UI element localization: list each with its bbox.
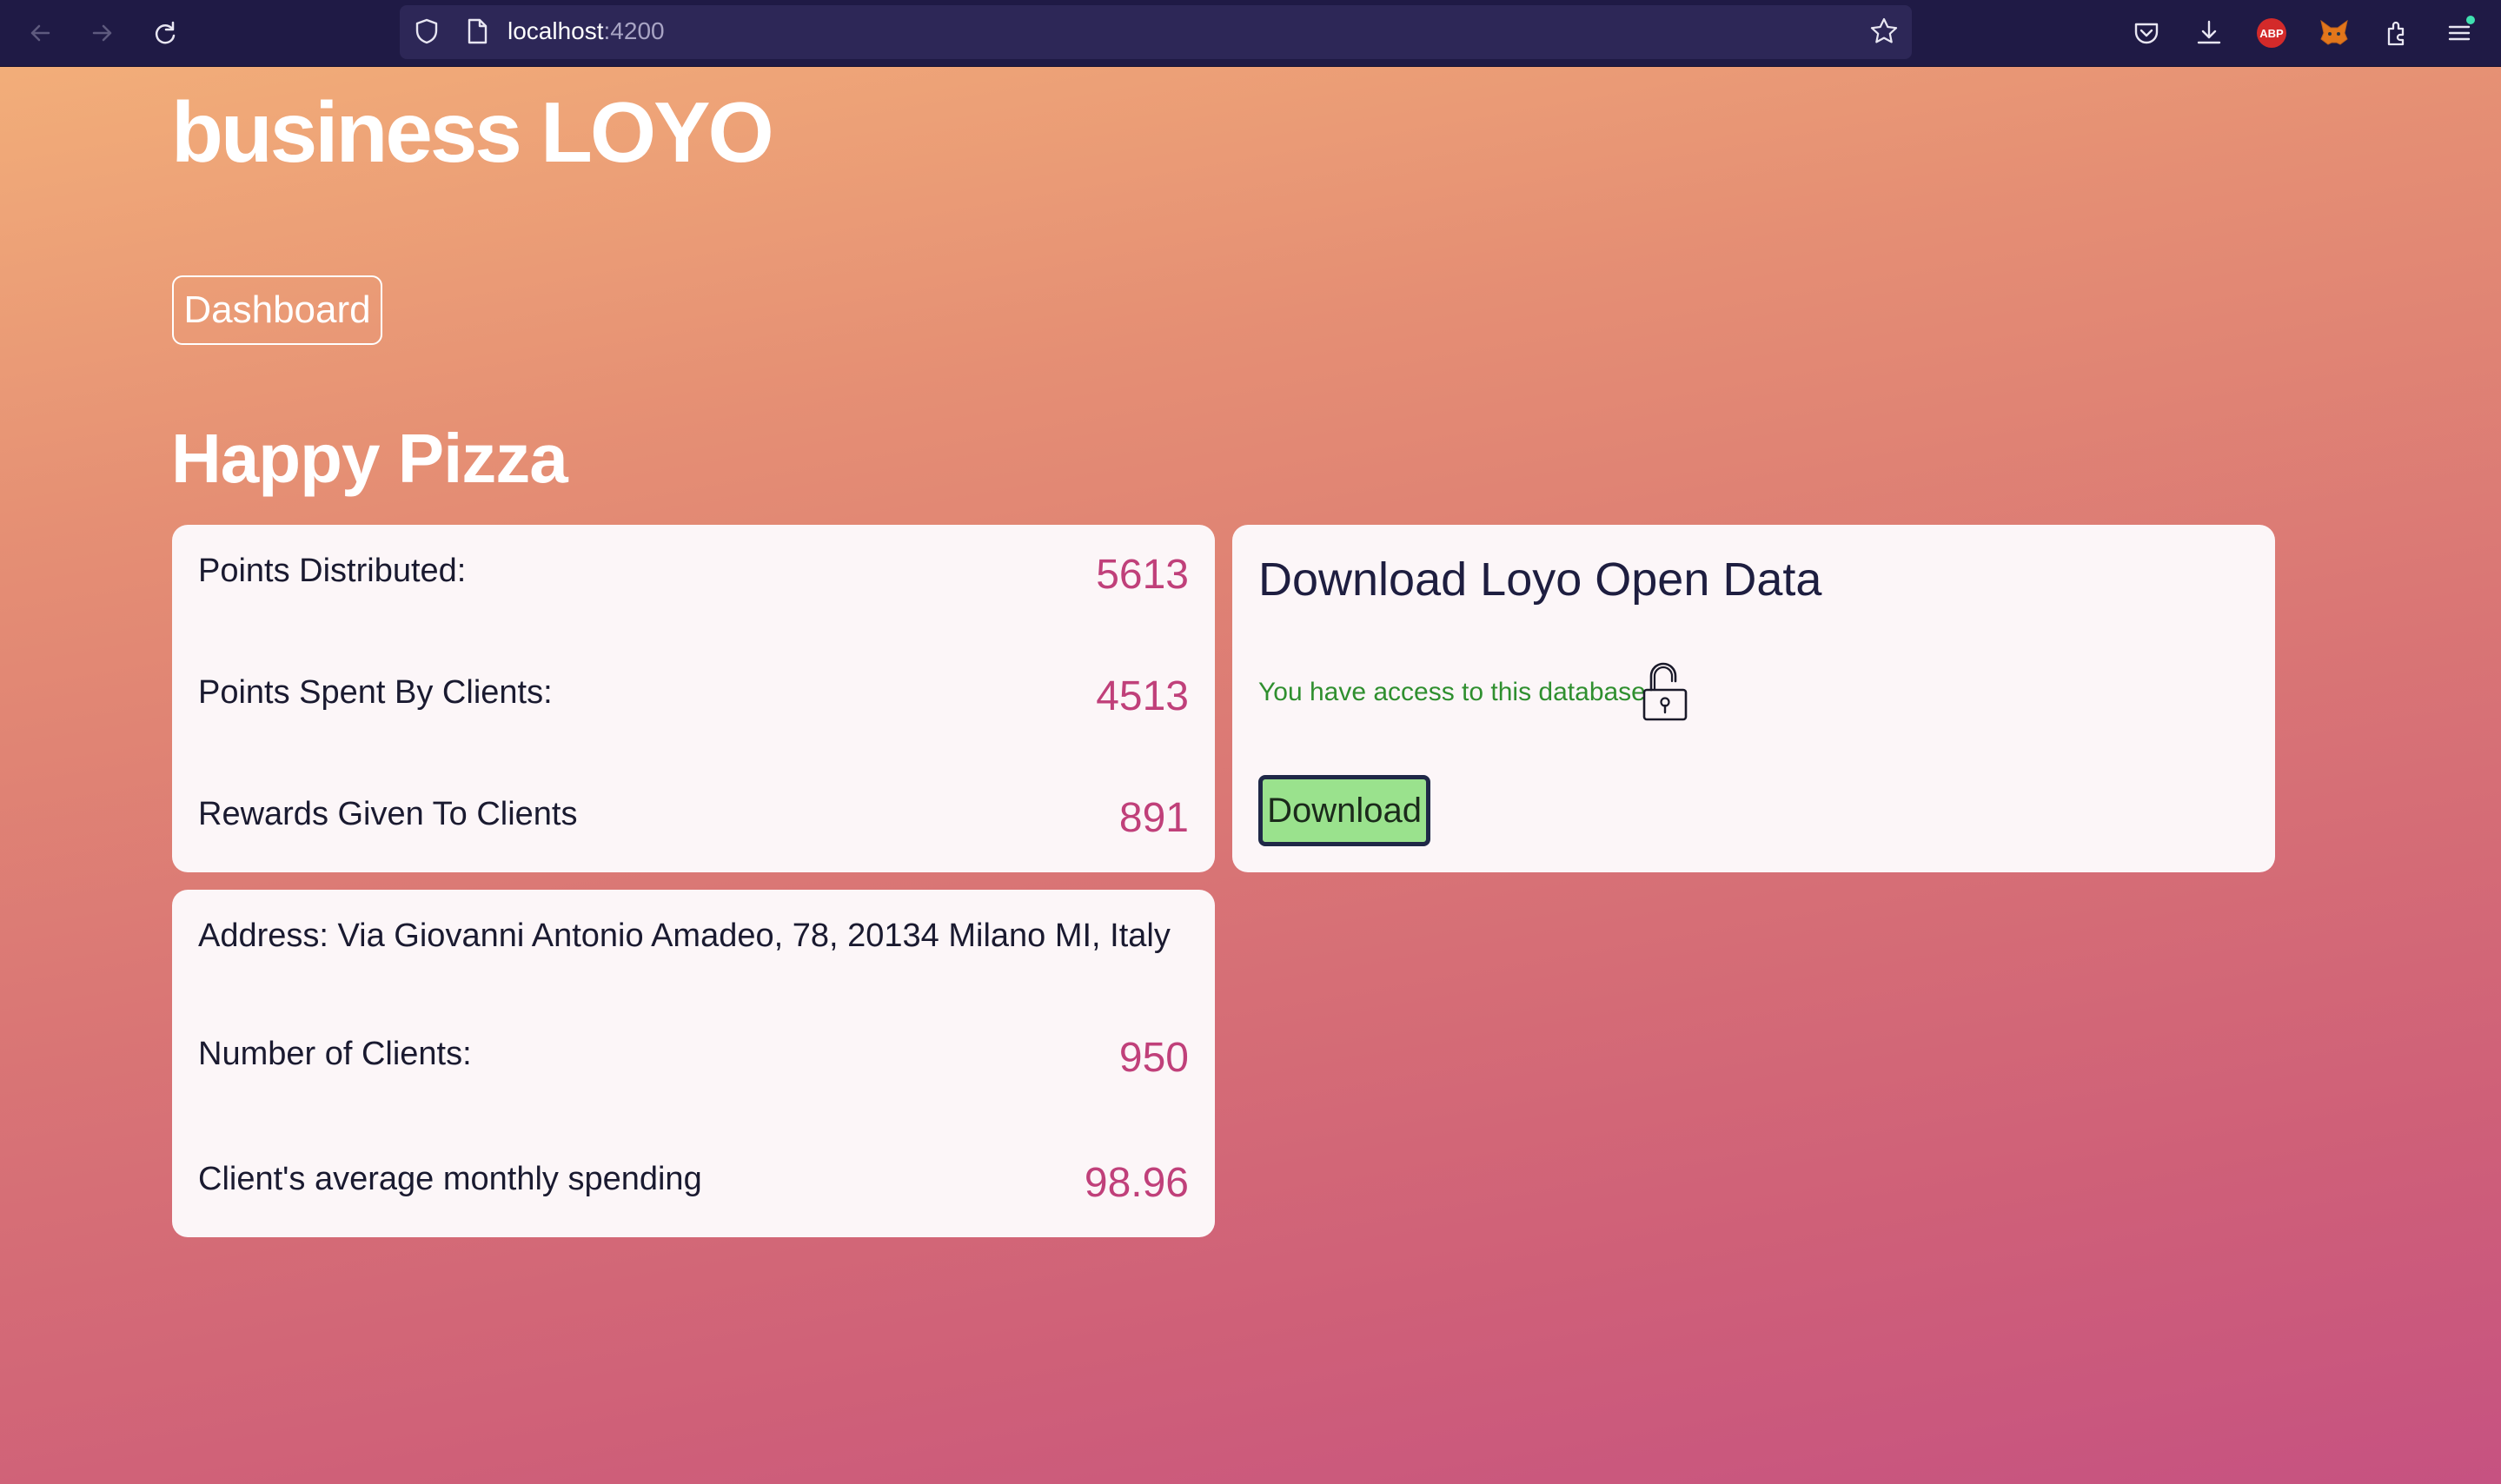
points-distributed-label: Points Distributed: — [198, 553, 467, 589]
points-spent-value: 4513 — [1096, 673, 1189, 719]
avg-spending-value: 98.96 — [1084, 1160, 1189, 1206]
number-of-clients-value: 950 — [1118, 1035, 1189, 1081]
rewards-given-label: Rewards Given To Clients — [198, 796, 578, 832]
rewards-given-value: 891 — [1118, 795, 1189, 841]
shield-icon[interactable] — [412, 17, 441, 50]
points-distributed-value: 5613 — [1096, 552, 1189, 598]
adblock-icon[interactable]: ABP — [2251, 12, 2292, 54]
dashboard-button[interactable]: Dashboard — [172, 275, 382, 345]
menu-icon[interactable] — [2438, 12, 2480, 54]
points-card: Points Distributed: 5613 Points Spent By… — [172, 525, 1215, 872]
avg-spending-label: Client's average monthly spending — [198, 1161, 702, 1197]
fox-icon[interactable] — [2313, 12, 2355, 54]
download-card: Download Loyo Open Data You have access … — [1232, 525, 2275, 872]
download-button[interactable]: Download — [1258, 775, 1430, 846]
update-dot — [2466, 16, 2475, 24]
url-host: localhost — [507, 17, 604, 44]
adblock-badge: ABP — [2257, 18, 2286, 48]
reload-icon[interactable] — [143, 10, 188, 56]
unlock-icon — [1641, 660, 1689, 723]
download-card-title: Download Loyo Open Data — [1258, 553, 1822, 606]
browser-toolbar: localhost:4200 ABP — [0, 0, 2501, 67]
url-port: :4200 — [603, 17, 665, 44]
forward-icon[interactable] — [80, 10, 125, 56]
page-icon — [464, 17, 490, 50]
pocket-icon[interactable] — [2126, 12, 2167, 54]
info-card: Address: Via Giovanni Antonio Amadeo, 78… — [172, 890, 1215, 1237]
address-text: Address: Via Giovanni Antonio Amadeo, 78… — [198, 918, 1171, 954]
access-status-text: You have access to this database — [1258, 678, 1646, 706]
store-name: Happy Pizza — [171, 420, 568, 497]
points-spent-label: Points Spent By Clients: — [198, 674, 553, 711]
extensions-icon[interactable] — [2376, 12, 2418, 54]
number-of-clients-label: Number of Clients: — [198, 1036, 472, 1072]
url-text[interactable]: localhost:4200 — [507, 17, 665, 45]
brand-logo: business LOYO — [171, 84, 774, 180]
download-icon[interactable] — [2188, 12, 2230, 54]
url-bar[interactable]: localhost:4200 — [400, 5, 1912, 59]
back-icon[interactable] — [17, 10, 63, 56]
star-icon[interactable] — [1868, 16, 1900, 51]
